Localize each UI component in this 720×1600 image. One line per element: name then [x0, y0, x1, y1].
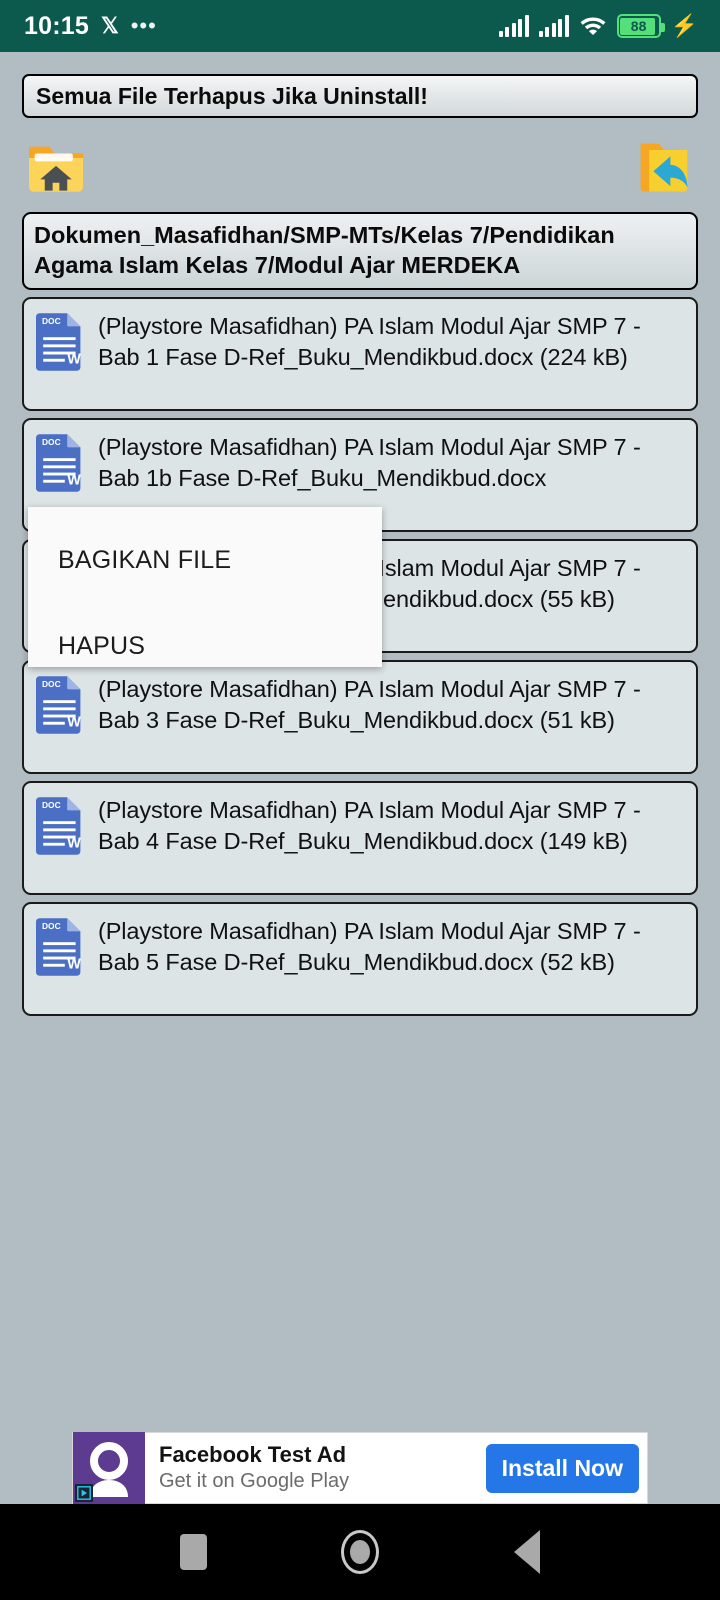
back-folder-icon — [640, 143, 688, 192]
app-content: Semua File Terhapus Jika Uninstall! Doku… — [0, 74, 720, 1526]
file-name-label: (Playstore Masafidhan) PA Islam Modul Aj… — [98, 918, 641, 976]
docx-icon: DOC W — [36, 434, 81, 492]
list-item[interactable]: DOC W (Playstore Masafidhan) PA Islam Mo… — [22, 660, 698, 775]
uninstall-warning-text: Semua File Terhapus Jika Uninstall! — [36, 82, 428, 109]
menu-item-delete[interactable]: HAPUS — [28, 617, 382, 675]
svg-text:W: W — [67, 473, 81, 489]
more-notifications-icon: ••• — [130, 13, 157, 39]
svg-text:DOC: DOC — [42, 437, 61, 447]
svg-text:DOC: DOC — [42, 316, 61, 326]
back-triangle-icon — [513, 1530, 540, 1574]
list-item[interactable]: DOC W (Playstore Masafidhan) PA Islam Mo… — [22, 781, 698, 896]
recents-button[interactable] — [158, 1517, 228, 1587]
file-name-label: (Playstore Masafidhan) PA Islam Modul Aj… — [98, 797, 641, 855]
breadcrumb-path-text: Dokumen_Masafidhan/SMP-MTs/Kelas 7/Pendi… — [34, 222, 615, 279]
adchoices-icon[interactable] — [75, 1484, 93, 1502]
status-bar-right: 88 ⚡ — [498, 13, 698, 40]
svg-text:W: W — [67, 957, 81, 973]
list-item[interactable]: DOC W (Playstore Masafidhan) PA Islam Mo… — [22, 902, 698, 1017]
folder-toolbar — [20, 130, 700, 204]
svg-text:DOC: DOC — [42, 800, 61, 810]
list-item[interactable]: DOC W (Playstore Masafidhan) PA Islam Mo… — [22, 297, 698, 412]
ad-subtitle: Get it on Google Play — [159, 1470, 350, 1493]
signal-bars-icon-1 — [498, 15, 529, 37]
file-name-label: (Playstore Masafidhan) PA Islam Modul Aj… — [98, 676, 641, 734]
status-bar: 10:15 𝕏 ••• 88 ⚡ — [0, 0, 720, 52]
wifi-icon — [579, 13, 607, 40]
ad-title: Facebook Test Ad — [159, 1441, 347, 1467]
home-folder-icon — [29, 146, 83, 192]
ad-app-icon — [73, 1432, 145, 1504]
home-button[interactable] — [325, 1517, 395, 1587]
battery-icon: 88 — [616, 14, 665, 38]
signal-bars-icon-2 — [538, 15, 569, 37]
back-folder-button[interactable] — [628, 131, 700, 203]
menu-item-share-file[interactable]: BAGIKAN FILE — [28, 531, 382, 589]
ad-banner[interactable]: Facebook Test Ad Get it on Google Play I… — [72, 1432, 648, 1504]
docx-icon: DOC W — [36, 313, 81, 371]
install-now-button[interactable]: Install Now — [485, 1443, 639, 1493]
svg-text:W: W — [67, 836, 81, 852]
home-circle-icon — [340, 1530, 379, 1574]
x-app-icon: 𝕏 — [100, 13, 119, 38]
android-navigation-bar — [0, 1504, 720, 1600]
file-name-label: (Playstore Masafidhan) PA Islam Modul Aj… — [98, 434, 641, 492]
status-time: 10:15 — [24, 11, 89, 40]
docx-icon: DOC W — [36, 676, 81, 734]
breadcrumb-path[interactable]: Dokumen_Masafidhan/SMP-MTs/Kelas 7/Pendi… — [22, 212, 698, 291]
recents-square-icon — [179, 1534, 207, 1570]
uninstall-warning-banner: Semua File Terhapus Jika Uninstall! — [22, 74, 698, 118]
adchoices-triangle-icon — [77, 1486, 91, 1500]
home-folder-button[interactable] — [20, 131, 92, 203]
svg-text:DOC: DOC — [42, 679, 61, 689]
svg-text:W: W — [67, 352, 81, 368]
svg-text:W: W — [67, 715, 81, 731]
charging-bolt-icon: ⚡ — [670, 13, 698, 38]
svg-text:DOC: DOC — [42, 921, 61, 931]
ad-text-block: Facebook Test Ad Get it on Google Play — [145, 1442, 486, 1494]
docx-icon: DOC W — [36, 797, 81, 855]
back-button[interactable] — [492, 1517, 562, 1587]
docx-icon: DOC W — [36, 918, 81, 976]
file-name-label: (Playstore Masafidhan) PA Islam Modul Aj… — [98, 313, 641, 371]
status-bar-left: 10:15 𝕏 ••• — [24, 12, 157, 41]
file-context-menu: BAGIKAN FILE HAPUS — [28, 507, 382, 667]
battery-percent-label: 88 — [630, 18, 647, 34]
ad-banner-container: Facebook Test Ad Get it on Google Play I… — [0, 1432, 720, 1504]
